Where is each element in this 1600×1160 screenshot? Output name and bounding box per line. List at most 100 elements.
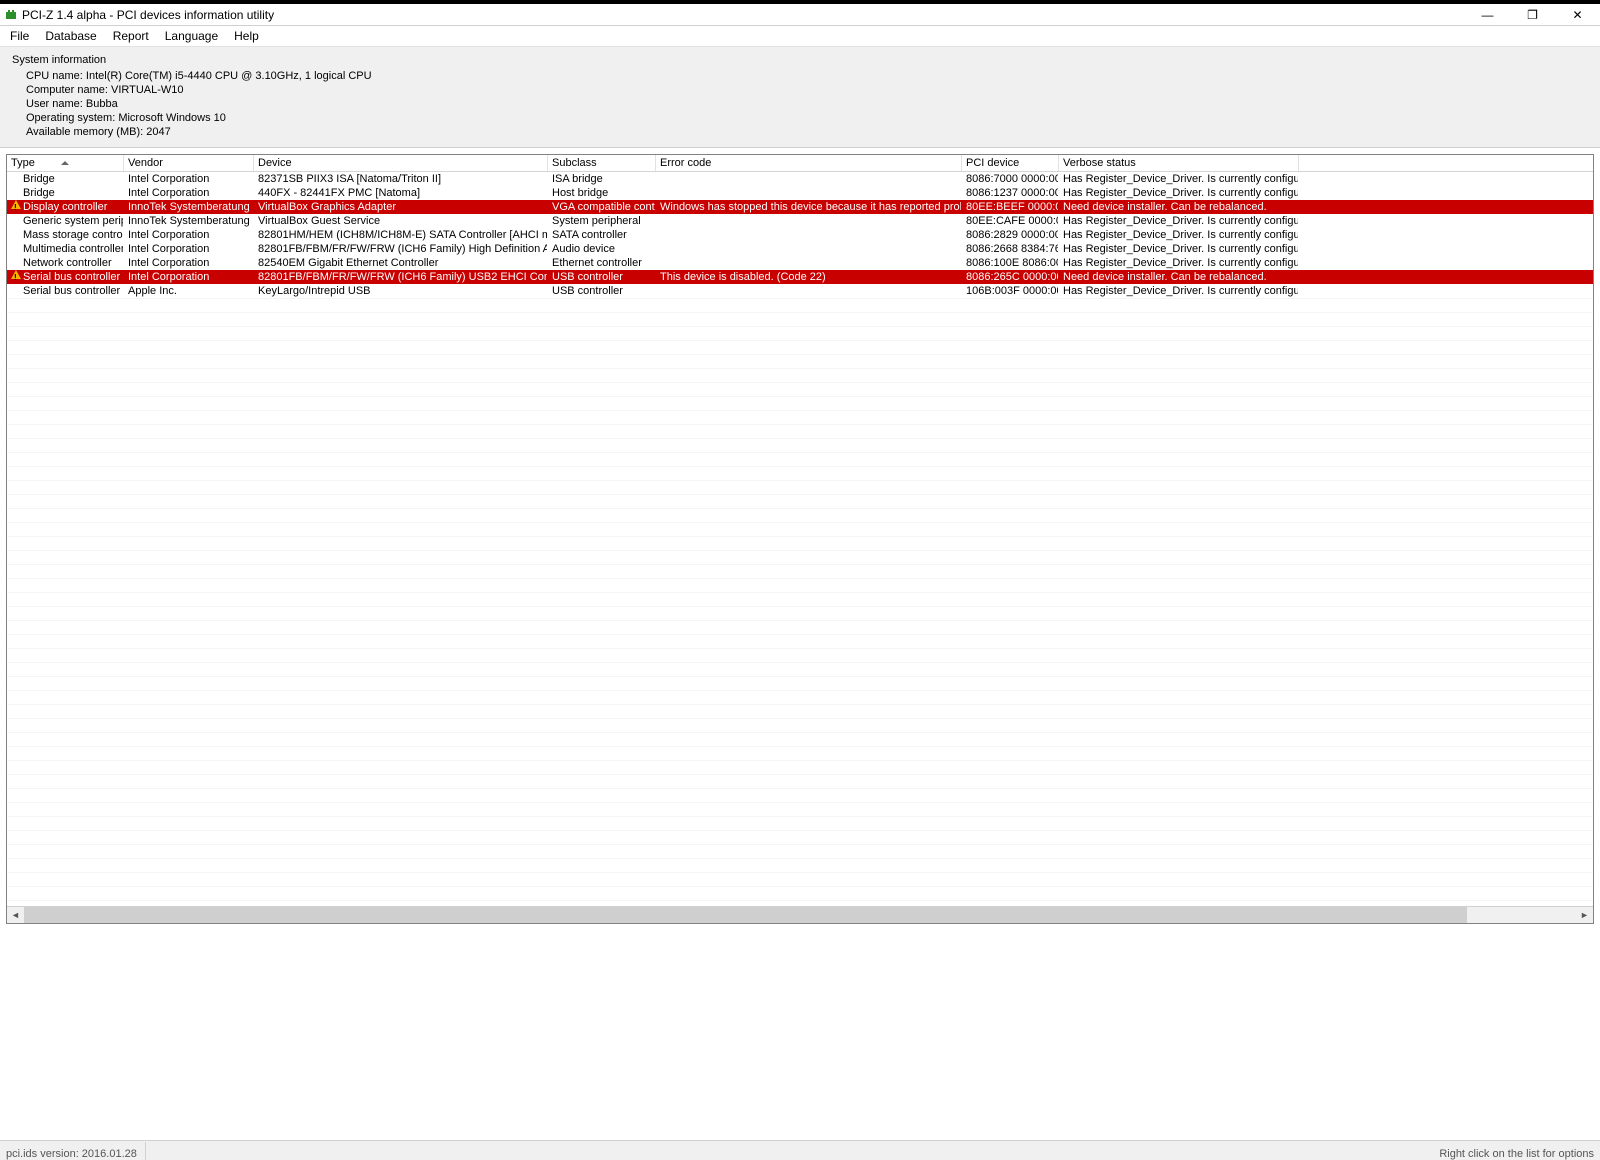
horizontal-scrollbar[interactable]: ◄ ► bbox=[7, 906, 1593, 923]
cell-pci: 80EE:BEEF 0000:0000 bbox=[962, 200, 1059, 214]
cell-device: 82371SB PIIX3 ISA [Natoma/Triton II] bbox=[254, 172, 548, 186]
close-icon: ✕ bbox=[1572, 8, 1582, 22]
warning-icon bbox=[11, 200, 21, 210]
col-error[interactable]: Error code bbox=[656, 155, 962, 171]
cell-subclass: USB controller bbox=[548, 270, 656, 284]
warning-icon bbox=[11, 270, 21, 280]
cell-err: Windows has stopped this device because … bbox=[656, 200, 962, 214]
cell-pci: 80EE:CAFE 0000:0000 bbox=[962, 214, 1059, 228]
cell-subclass: Host bridge bbox=[548, 186, 656, 200]
cell-status: Has Register_Device_Driver. Is currently… bbox=[1059, 256, 1299, 270]
cell-status: Has Register_Device_Driver. Is currently… bbox=[1059, 242, 1299, 256]
cell-vendor: Intel Corporation bbox=[124, 228, 254, 242]
col-vendor[interactable]: Vendor bbox=[124, 155, 254, 171]
empty-rows bbox=[7, 298, 1593, 914]
cell-err bbox=[656, 256, 962, 270]
cell-err bbox=[656, 186, 962, 200]
table-row[interactable]: Mass storage controllerIntel Corporation… bbox=[7, 228, 1593, 242]
cell-pci: 8086:2668 8384:7680 bbox=[962, 242, 1059, 256]
menu-help[interactable]: Help bbox=[234, 29, 259, 43]
minimize-icon: — bbox=[1482, 8, 1494, 22]
cell-subclass: SATA controller bbox=[548, 228, 656, 242]
col-device[interactable]: Device bbox=[254, 155, 548, 171]
table-row[interactable]: Network controllerIntel Corporation82540… bbox=[7, 256, 1593, 270]
device-table[interactable]: Type Vendor Device Subclass Error code P… bbox=[6, 154, 1594, 924]
cell-status: Need device installer. Can be rebalanced… bbox=[1059, 200, 1299, 214]
col-subclass[interactable]: Subclass bbox=[548, 155, 656, 171]
col-status[interactable]: Verbose status bbox=[1059, 155, 1299, 171]
cell-type: Bridge bbox=[23, 173, 55, 185]
table-row[interactable]: BridgeIntel Corporation82371SB PIIX3 ISA… bbox=[7, 172, 1593, 186]
status-pci-ids: pci.ids version: 2016.01.28 bbox=[6, 1142, 146, 1160]
cell-device: KeyLargo/Intrepid USB bbox=[254, 284, 548, 298]
table-row[interactable]: Serial bus controller Apple Inc.KeyLargo/… bbox=[7, 284, 1593, 298]
system-info-panel: System information CPU name: Intel(R) Co… bbox=[0, 47, 1600, 148]
cell-subclass: USB controller bbox=[548, 284, 656, 298]
cell-pci: 8086:1237 0000:0000 bbox=[962, 186, 1059, 200]
menubar: File Database Report Language Help bbox=[0, 26, 1600, 47]
cell-pci: 8086:7000 0000:0000 bbox=[962, 172, 1059, 186]
titlebar[interactable]: PCI-Z 1.4 alpha - PCI devices informatio… bbox=[0, 4, 1600, 26]
cell-subclass: Audio device bbox=[548, 242, 656, 256]
cell-err bbox=[656, 214, 962, 228]
window-title: PCI-Z 1.4 alpha - PCI devices informatio… bbox=[22, 8, 274, 22]
cell-pci: 106B:003F 0000:0000 bbox=[962, 284, 1059, 298]
cell-pci: 8086:100E 8086:001E bbox=[962, 256, 1059, 270]
cell-subclass: VGA compatible controller bbox=[548, 200, 656, 214]
cell-type: Generic system peripheral bbox=[23, 215, 124, 227]
cell-type: Network controller bbox=[23, 257, 112, 269]
sysinfo-user: User name: Bubba bbox=[26, 97, 1590, 111]
scroll-right-icon[interactable]: ► bbox=[1576, 907, 1593, 924]
status-hint: Right click on the list for options bbox=[1439, 1142, 1594, 1160]
cell-vendor: Intel Corporation bbox=[124, 242, 254, 256]
cell-pci: 8086:265C 0000:0000 bbox=[962, 270, 1059, 284]
cell-err bbox=[656, 242, 962, 256]
cell-type: Bridge bbox=[23, 187, 55, 199]
cell-vendor: InnoTek Systemberatung GmbH bbox=[124, 214, 254, 228]
menu-report[interactable]: Report bbox=[113, 29, 149, 43]
cell-device: 440FX - 82441FX PMC [Natoma] bbox=[254, 186, 548, 200]
cell-device: 82801FB/FBM/FR/FW/FRW (ICH6 Family) USB2… bbox=[254, 270, 548, 284]
table-body: BridgeIntel Corporation82371SB PIIX3 ISA… bbox=[7, 172, 1593, 298]
table-row[interactable]: Generic system peripheralInnoTek Systemb… bbox=[7, 214, 1593, 228]
table-row[interactable]: Bridge Intel Corporation440FX - 82441FX P… bbox=[7, 186, 1593, 200]
table-row[interactable]: Serial bus controllerIntel Corporation82… bbox=[7, 270, 1593, 284]
menu-language[interactable]: Language bbox=[165, 29, 218, 43]
cell-err bbox=[656, 172, 962, 186]
cell-subclass: Ethernet controller bbox=[548, 256, 656, 270]
cell-err bbox=[656, 284, 962, 298]
cell-err: This device is disabled. (Code 22) bbox=[656, 270, 962, 284]
sysinfo-os: Operating system: Microsoft Windows 10 bbox=[26, 111, 1590, 125]
sysinfo-cpu: CPU name: Intel(R) Core(TM) i5-4440 CPU … bbox=[26, 69, 1590, 83]
maximize-button[interactable]: ❐ bbox=[1510, 4, 1555, 26]
cell-vendor: Intel Corporation bbox=[124, 186, 254, 200]
scroll-thumb[interactable] bbox=[24, 907, 1467, 924]
table-row[interactable]: Multimedia controllerIntel Corporation82… bbox=[7, 242, 1593, 256]
cell-subclass: ISA bridge bbox=[548, 172, 656, 186]
cell-err bbox=[656, 228, 962, 242]
sysinfo-memory: Available memory (MB): 2047 bbox=[26, 125, 1590, 139]
scroll-track[interactable] bbox=[24, 907, 1576, 924]
minimize-button[interactable]: — bbox=[1465, 4, 1510, 26]
statusbar: pci.ids version: 2016.01.28 Right click … bbox=[0, 1140, 1600, 1160]
cell-type: Multimedia controller bbox=[23, 243, 124, 255]
table-header: Type Vendor Device Subclass Error code P… bbox=[7, 155, 1593, 172]
cell-device: VirtualBox Guest Service bbox=[254, 214, 548, 228]
col-pci[interactable]: PCI device bbox=[962, 155, 1059, 171]
table-row[interactable]: Display controllerInnoTek Systemberatung… bbox=[7, 200, 1593, 214]
cell-vendor: InnoTek Systemberatung GmbH bbox=[124, 200, 254, 214]
sysinfo-computer: Computer name: VIRTUAL-W10 bbox=[26, 83, 1590, 97]
cell-type: Serial bus controller bbox=[23, 271, 120, 283]
cell-device: 82801HM/HEM (ICH8M/ICH8M-E) SATA Control… bbox=[254, 228, 548, 242]
cell-vendor: Apple Inc. bbox=[124, 284, 254, 298]
scroll-left-icon[interactable]: ◄ bbox=[7, 907, 24, 924]
cell-status: Has Register_Device_Driver. Is currently… bbox=[1059, 172, 1299, 186]
cell-status: Has Register_Device_Driver. Is currently… bbox=[1059, 228, 1299, 242]
cell-type: Mass storage controller bbox=[23, 229, 124, 241]
cell-type: Serial bus controller bbox=[23, 285, 120, 297]
col-type[interactable]: Type bbox=[7, 155, 124, 171]
menu-file[interactable]: File bbox=[10, 29, 29, 43]
menu-database[interactable]: Database bbox=[45, 29, 96, 43]
close-button[interactable]: ✕ bbox=[1555, 4, 1600, 26]
maximize-icon: ❐ bbox=[1527, 8, 1538, 22]
